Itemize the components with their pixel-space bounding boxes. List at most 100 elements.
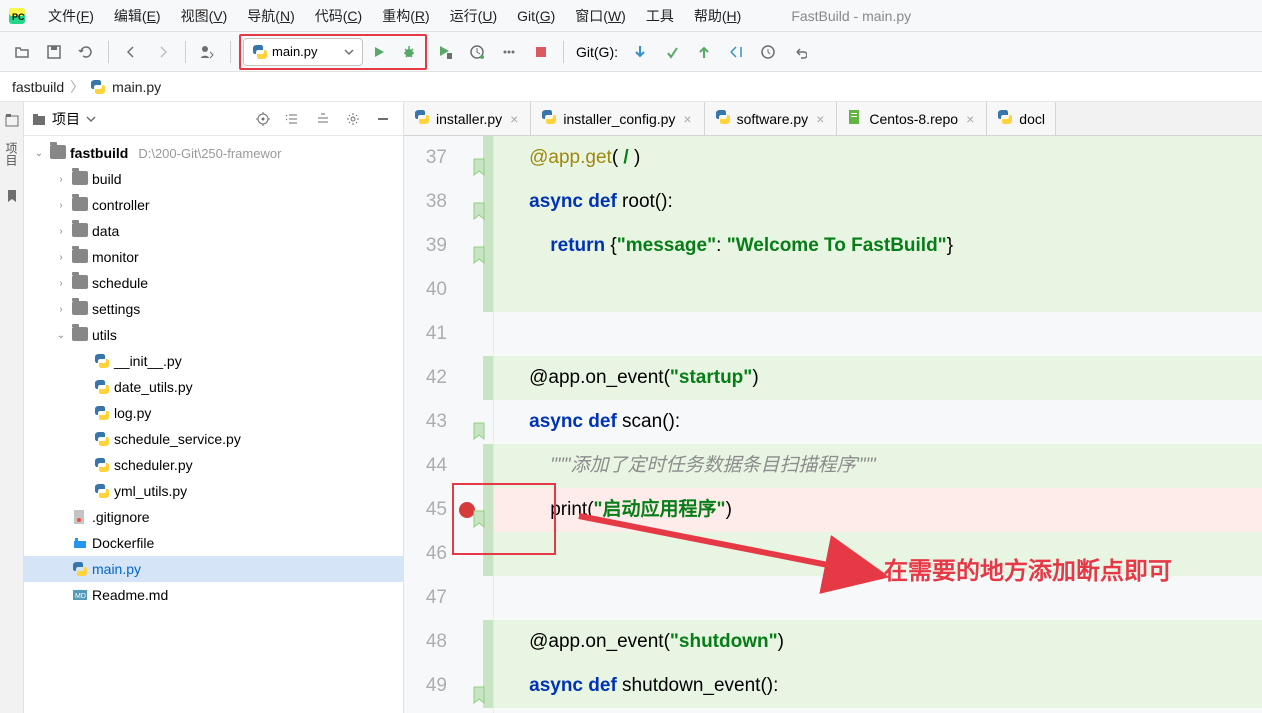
tree-arrow[interactable] — [54, 510, 68, 524]
close-icon[interactable]: × — [681, 111, 693, 127]
git-commit-button[interactable] — [658, 38, 686, 66]
tree-arrow[interactable]: › — [54, 302, 68, 316]
code-line[interactable]: """添加了定时任务数据条目扫描程序""" — [494, 444, 1262, 488]
code-area[interactable]: @app.get( / ) async def root(): return {… — [494, 136, 1262, 713]
tree-arrow[interactable] — [54, 536, 68, 550]
tree-row[interactable]: yml_utils.py — [24, 478, 403, 504]
editor-tab[interactable]: Centos-8.repo× — [837, 102, 987, 135]
fold-marker[interactable] — [473, 677, 485, 695]
menu-item[interactable]: 编辑(E) — [104, 4, 171, 28]
gutter-line[interactable]: 47 — [404, 576, 493, 620]
breadcrumb-root[interactable]: fastbuild — [12, 79, 64, 95]
tree-row[interactable]: __init__.py — [24, 348, 403, 374]
tree-arrow[interactable]: › — [54, 250, 68, 264]
tree-row[interactable]: date_utils.py — [24, 374, 403, 400]
gutter-line[interactable]: 43 — [404, 400, 493, 444]
menu-item[interactable]: Git(G) — [507, 4, 565, 28]
gutter-line[interactable]: 41 — [404, 312, 493, 356]
tree-row[interactable]: MDReadme.md — [24, 582, 403, 608]
settings-button[interactable] — [341, 107, 365, 131]
tree-row[interactable]: schedule_service.py — [24, 426, 403, 452]
close-icon[interactable]: × — [964, 111, 976, 127]
run-with-coverage-button[interactable] — [431, 38, 459, 66]
collapse-all-button[interactable] — [311, 107, 335, 131]
rollback-button[interactable] — [786, 38, 814, 66]
gutter[interactable]: 37383940414243444546474849 — [404, 136, 494, 713]
reload-button[interactable] — [72, 38, 100, 66]
menu-item[interactable]: 视图(V) — [171, 4, 238, 28]
locate-button[interactable] — [251, 107, 275, 131]
close-icon[interactable]: × — [508, 111, 520, 127]
fold-marker[interactable] — [473, 149, 485, 167]
gutter-line[interactable]: 42 — [404, 356, 493, 400]
chevron-down-icon[interactable] — [86, 114, 96, 124]
project-tab[interactable]: 项目 — [1, 134, 22, 174]
forward-button[interactable] — [149, 38, 177, 66]
tree-arrow[interactable]: › — [54, 276, 68, 290]
code-line[interactable] — [494, 312, 1262, 356]
editor-tab[interactable]: installer_config.py× — [531, 102, 704, 135]
menu-item[interactable]: 工具 — [636, 4, 684, 28]
gutter-line[interactable]: 37 — [404, 136, 493, 180]
code-with-me-button[interactable] — [194, 38, 222, 66]
tree-arrow[interactable] — [76, 484, 90, 498]
git-update-button[interactable] — [626, 38, 654, 66]
stop-button[interactable] — [527, 38, 555, 66]
menu-item[interactable]: 窗口(W) — [565, 4, 636, 28]
code-line[interactable]: async def scan(): — [494, 400, 1262, 444]
tree-arrow[interactable]: › — [54, 224, 68, 238]
menu-item[interactable]: 帮助(H) — [684, 4, 751, 28]
tree-arrow[interactable] — [76, 406, 90, 420]
menu-item[interactable]: 重构(R) — [372, 4, 439, 28]
tree-row[interactable]: ⌄fastbuildD:\200-Git\250-framewor — [24, 140, 403, 166]
menu-item[interactable]: 导航(N) — [237, 4, 304, 28]
editor-tab[interactable]: software.py× — [705, 102, 838, 135]
tree-row[interactable]: .gitignore — [24, 504, 403, 530]
fold-marker[interactable] — [473, 413, 485, 431]
menu-item[interactable]: 文件(F) — [38, 4, 104, 28]
editor-tab[interactable]: docl — [987, 102, 1056, 135]
more-run-button[interactable] — [495, 38, 523, 66]
tree-row[interactable]: log.py — [24, 400, 403, 426]
tree-row[interactable]: ›settings — [24, 296, 403, 322]
code-line[interactable]: async def shutdown_event(): — [494, 664, 1262, 708]
tree-arrow[interactable] — [76, 458, 90, 472]
git-fetch-button[interactable] — [722, 38, 750, 66]
hide-button[interactable] — [371, 107, 395, 131]
code-line[interactable] — [494, 268, 1262, 312]
code-line[interactable]: print("启动应用程序") — [494, 488, 1262, 532]
tree-arrow[interactable] — [54, 562, 68, 576]
tree-arrow[interactable] — [54, 588, 68, 602]
gutter-line[interactable]: 40 — [404, 268, 493, 312]
tree-row[interactable]: ›schedule — [24, 270, 403, 296]
tree-arrow[interactable] — [76, 354, 90, 368]
tree-row[interactable]: ›build — [24, 166, 403, 192]
git-push-button[interactable] — [690, 38, 718, 66]
tree-arrow[interactable] — [76, 380, 90, 394]
breadcrumb-file[interactable]: main.py — [112, 79, 161, 95]
expand-all-button[interactable] — [281, 107, 305, 131]
menu-item[interactable]: 代码(C) — [305, 4, 372, 28]
project-tree[interactable]: ⌄fastbuildD:\200-Git\250-framewor›build›… — [24, 136, 403, 713]
code-line[interactable]: @app.on_event("startup") — [494, 356, 1262, 400]
tree-arrow[interactable]: › — [54, 172, 68, 186]
gutter-line[interactable]: 49 — [404, 664, 493, 708]
history-button[interactable] — [754, 38, 782, 66]
gutter-line[interactable]: 48 — [404, 620, 493, 664]
code-line[interactable]: async def root(): — [494, 180, 1262, 224]
save-button[interactable] — [40, 38, 68, 66]
close-icon[interactable]: × — [814, 111, 826, 127]
bookmarks-tab-icon[interactable] — [2, 186, 22, 206]
tree-row[interactable]: ›monitor — [24, 244, 403, 270]
tree-arrow[interactable]: ⌄ — [54, 328, 68, 342]
tree-row[interactable]: ›data — [24, 218, 403, 244]
open-button[interactable] — [8, 38, 36, 66]
fold-marker[interactable] — [473, 193, 485, 211]
code-line[interactable]: @app.on_event("shutdown") — [494, 620, 1262, 664]
tree-arrow[interactable]: ⌄ — [32, 146, 46, 160]
project-tab-icon[interactable] — [2, 110, 22, 130]
tree-row[interactable]: scheduler.py — [24, 452, 403, 478]
editor-tab[interactable]: installer.py× — [404, 102, 531, 135]
run-config-selector[interactable]: main.py — [243, 38, 363, 66]
gutter-line[interactable]: 44 — [404, 444, 493, 488]
